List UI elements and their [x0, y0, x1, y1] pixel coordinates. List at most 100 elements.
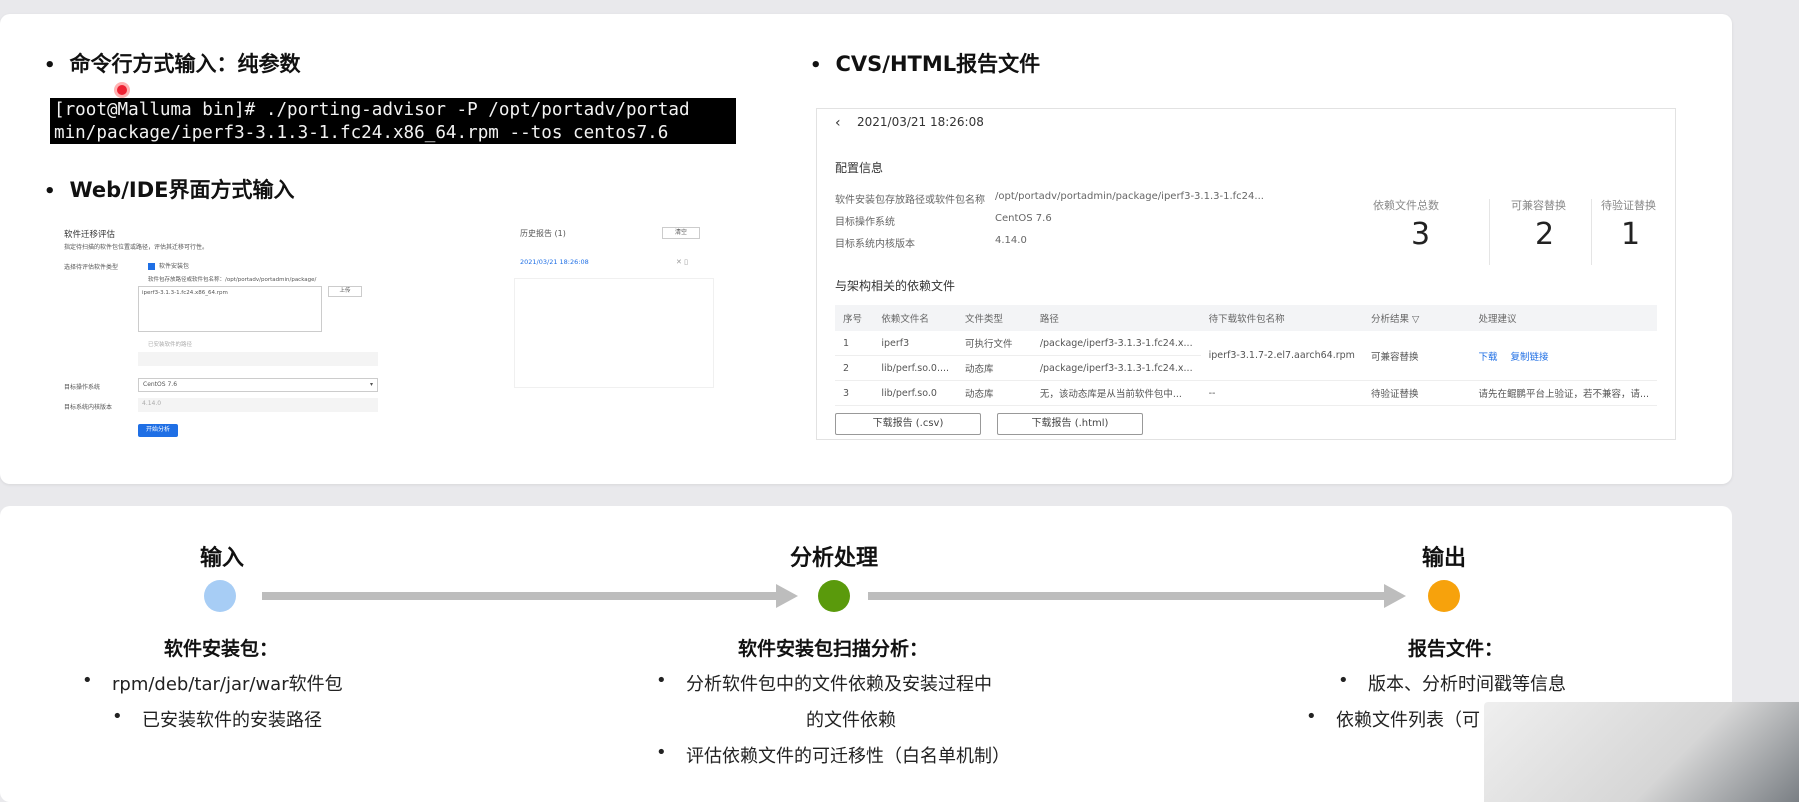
- stage-item: 分析软件包中的文件依赖及安装过程中: [656, 670, 992, 696]
- path-hint: 软件包存放路径或软件包名称：/opt/portadv/portadmin/pac…: [148, 277, 317, 283]
- ide-subtitle: 指定待扫描的软件包位置或路径，评估其迁移可行性。: [64, 244, 209, 251]
- checkbox-row[interactable]: 软件安装包: [148, 261, 189, 270]
- download-link[interactable]: 下载: [1478, 352, 1497, 363]
- stat-divider: [1489, 199, 1490, 265]
- col-header: 依赖文件名: [873, 305, 958, 331]
- stage-item: rpm/deb/tar/jar/war软件包: [82, 670, 343, 696]
- table-cell-actions: 下载 复制链接: [1470, 331, 1657, 381]
- col-header: 处理建议: [1470, 305, 1657, 331]
- web-heading: Web/IDE界面方式输入: [44, 174, 295, 204]
- table-cell: 1: [835, 331, 874, 356]
- stage-item: 依赖文件列表（可: [1306, 706, 1480, 732]
- cmd-heading: 命令行方式输入：纯参数: [44, 48, 301, 78]
- stage-item: 评估依赖文件的可迁移性（白名单机制）: [656, 742, 1010, 768]
- terminal: [root@Malluma bin]# ./porting-advisor -P…: [50, 98, 736, 144]
- terminal-line: [root@Malluma bin]# ./porting-advisor -P…: [54, 100, 690, 120]
- history-item[interactable]: 2021/03/21 18:26:08: [520, 258, 589, 266]
- stage-dot-process: [818, 580, 850, 612]
- history-label: 历史报告 (1): [520, 229, 566, 238]
- stage-item: 已安装软件的安装路径: [112, 706, 322, 732]
- col-header: 待下载软件包名称: [1200, 305, 1363, 331]
- table-cell: iperf3-3.1.7-2.el7.aarch64.rpm: [1200, 331, 1363, 381]
- table-row: 3 lib/perf.so.0 动态库 无，该动态库是从当前软件包中... --…: [835, 380, 1657, 406]
- flow-connector: [868, 592, 1386, 600]
- config-value: CentOS 7.6: [995, 213, 1052, 224]
- stage-sub-output: 报告文件：: [1408, 638, 1504, 660]
- back-chevron-icon[interactable]: ‹: [835, 115, 841, 131]
- field-type-label: 选择待评估软件类型: [64, 264, 119, 271]
- ide-title: 软件迁移评估: [64, 230, 116, 240]
- upload-button[interactable]: 上传: [328, 286, 362, 297]
- arrow-right-icon: [1384, 584, 1406, 608]
- table-cell: 请先在鲲鹏平台上验证，若不兼容，请...: [1470, 380, 1657, 406]
- col-header: 文件类型: [957, 305, 1032, 331]
- stat-label: 依赖文件总数: [1373, 199, 1439, 212]
- stage-item: 版本、分析时间戳等信息: [1338, 670, 1566, 696]
- download-csv-button[interactable]: 下载报告 (.csv): [835, 413, 981, 435]
- table-cell: 动态库: [957, 355, 1032, 381]
- config-label: 目标系统内核版本: [835, 239, 915, 250]
- stage-sub-input: 软件安装包：: [164, 638, 279, 660]
- flow-connector: [262, 592, 778, 600]
- installed-hint: 已安装软件的路径: [148, 342, 193, 348]
- checkbox-icon[interactable]: [148, 263, 155, 270]
- table-cell: iperf3: [873, 331, 958, 356]
- table-cell: 待验证替换: [1362, 380, 1471, 406]
- col-header: 序号: [835, 305, 874, 331]
- stage-item: 的文件依赖: [806, 710, 896, 731]
- table-cell: lib/perf.so.0: [873, 380, 958, 406]
- config-label: 软件安装包存放路径或软件包名称: [835, 195, 985, 206]
- webcam-overlay: [1484, 702, 1799, 802]
- stage-title-process: 分析处理: [790, 546, 879, 571]
- table-cell: 动态库: [957, 380, 1032, 406]
- table-cell: 可兼容替换: [1362, 331, 1471, 381]
- deps-title: 与架构相关的依赖文件: [835, 279, 956, 293]
- table-row: 1 iperf3 可执行文件 /package/iperf3-3.1.3-1.f…: [835, 331, 1657, 381]
- stage-sub-process: 软件安装包扫描分析：: [738, 638, 929, 660]
- stat-divider: [1591, 199, 1592, 265]
- stage-title-input: 输入: [200, 546, 245, 571]
- config-value: 4.14.0: [995, 235, 1027, 246]
- stat-value: 2: [1535, 217, 1555, 252]
- clear-button[interactable]: 清空: [662, 227, 700, 239]
- terminal-line: min/package/iperf3-3.1.3-1.fc24.x86_64.r…: [54, 123, 669, 143]
- table-cell: 3: [835, 380, 874, 406]
- report-mock: ‹ 2021/03/21 18:26:08 配置信息 软件安装包存放路径或软件包…: [816, 108, 1676, 440]
- kernel-input[interactable]: 4.14.0: [138, 398, 378, 412]
- report-timestamp: 2021/03/21 18:26:08: [857, 115, 984, 129]
- os-label: 目标操作系统: [64, 384, 101, 391]
- stat-value: 1: [1621, 217, 1641, 252]
- table-cell: /package/iperf3-3.1.3-1.fc24.x...: [1031, 331, 1201, 356]
- chevron-down-icon: ▾: [369, 381, 373, 388]
- table-cell: 2: [835, 355, 874, 381]
- table-cell: 可执行文件: [957, 331, 1032, 356]
- stat-label: 可兼容替换: [1511, 199, 1566, 212]
- delete-icon[interactable]: ✕ ▯: [676, 258, 688, 266]
- copy-link[interactable]: 复制链接: [1510, 352, 1548, 363]
- config-title: 配置信息: [835, 161, 884, 175]
- history-panel: [514, 278, 714, 388]
- table-cell: --: [1200, 380, 1363, 406]
- cursor-dot-icon: [114, 82, 130, 98]
- stat-value: 3: [1411, 217, 1431, 252]
- stage-dot-output: [1428, 580, 1460, 612]
- stage-dot-input: [204, 580, 236, 612]
- table-header-row: 序号 依赖文件名 文件类型 路径 待下载软件包名称 分析结果 ▽ 处理建议: [835, 305, 1657, 331]
- deps-table: 序号 依赖文件名 文件类型 路径 待下载软件包名称 分析结果 ▽ 处理建议 1 …: [835, 305, 1657, 406]
- filter-icon[interactable]: ▽: [1412, 314, 1419, 325]
- col-header[interactable]: 分析结果 ▽: [1362, 305, 1471, 331]
- table-cell: /package/iperf3-3.1.3-1.fc24.x...: [1031, 355, 1201, 381]
- config-label: 目标操作系统: [835, 217, 895, 228]
- table-cell: 无，该动态库是从当前软件包中...: [1031, 380, 1201, 406]
- installed-path-placeholder: [138, 352, 378, 366]
- web-ide-mock: 软件迁移评估 指定待扫描的软件包位置或路径，评估其迁移可行性。 历史报告 (1)…: [58, 220, 738, 440]
- stat-label: 待验证替换: [1601, 199, 1656, 212]
- table-cell: lib/perf.so.0....: [873, 355, 958, 381]
- col-header: 路径: [1031, 305, 1201, 331]
- os-select[interactable]: CentOS 7.6 ▾: [138, 378, 378, 392]
- download-html-button[interactable]: 下载报告 (.html): [997, 413, 1143, 435]
- file-input[interactable]: iperf3-3.1.3-1.fc24.x86_64.rpm: [138, 286, 322, 332]
- analyze-button[interactable]: 开始分析: [138, 424, 178, 437]
- config-value: /opt/portadv/portadmin/package/iperf3-3.…: [995, 191, 1264, 202]
- kernel-label: 目标系统内核版本: [64, 404, 113, 411]
